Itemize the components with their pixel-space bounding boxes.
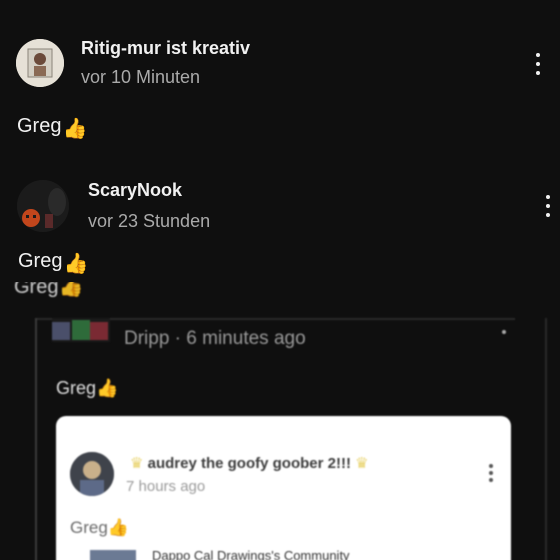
thumbs-up-icon: 👍	[63, 253, 89, 275]
crown-icon: ♛	[355, 455, 369, 472]
partial-text-value: Greg	[14, 282, 59, 298]
comment-image[interactable]: Greg👍 Dripp · 6 minutes ago Greg👍 ♛ audr…	[0, 282, 560, 560]
avatar	[70, 452, 114, 496]
avatar-image-icon	[17, 180, 69, 232]
divider	[545, 318, 547, 560]
thumbs-up-icon: 👍	[96, 378, 119, 398]
nested-text: Greg👍	[70, 518, 129, 538]
thread-line	[35, 318, 37, 560]
community-name: Dappo Cal Drawings's Community	[152, 548, 350, 560]
comment-text-value: Greg	[17, 115, 62, 137]
more-options-icon	[502, 330, 506, 334]
comment-text: Greg👍	[17, 115, 87, 141]
comment-text-value: Greg	[18, 250, 63, 272]
comment-text: Greg👍	[18, 250, 88, 276]
nested-comment-card: ♛ audrey the goofy goober 2!!! ♛ 7 hours…	[56, 416, 511, 560]
more-options-icon[interactable]	[540, 195, 556, 217]
avatar[interactable]	[16, 39, 64, 87]
comment-author[interactable]: ScaryNook	[88, 180, 182, 201]
more-options-icon[interactable]	[530, 53, 546, 75]
comment-author[interactable]: Ritig-mur ist kreativ	[81, 38, 250, 59]
thumbs-up-icon: 👍	[107, 518, 129, 537]
comment-timestamp[interactable]: vor 23 Stunden	[88, 211, 210, 232]
avatar[interactable]	[17, 180, 69, 232]
thumbs-up-icon: 👍	[58, 282, 84, 298]
avatar-image-icon	[70, 452, 114, 496]
nested-author: ♛ audrey the goofy goober 2!!! ♛	[130, 454, 369, 472]
partial-text: Greg👍	[14, 282, 83, 299]
nested-timestamp: 7 hours ago	[126, 478, 206, 495]
crown-icon: ♛	[130, 455, 144, 472]
reply-text-value: Greg	[56, 378, 97, 398]
reply-meta: Dripp · 6 minutes ago	[124, 328, 306, 349]
more-options-icon	[488, 464, 494, 482]
thumbs-up-icon: 👍	[62, 118, 88, 140]
community-thumbnail	[90, 550, 136, 560]
nested-author-value: audrey the goofy goober 2!!!	[147, 455, 351, 472]
comment-timestamp[interactable]: vor 10 Minuten	[81, 67, 200, 88]
reply-text: Greg👍	[56, 378, 118, 399]
reply-avatar-icon	[52, 318, 110, 342]
avatar-image-icon	[16, 39, 64, 87]
nested-text-value: Greg	[70, 518, 108, 537]
